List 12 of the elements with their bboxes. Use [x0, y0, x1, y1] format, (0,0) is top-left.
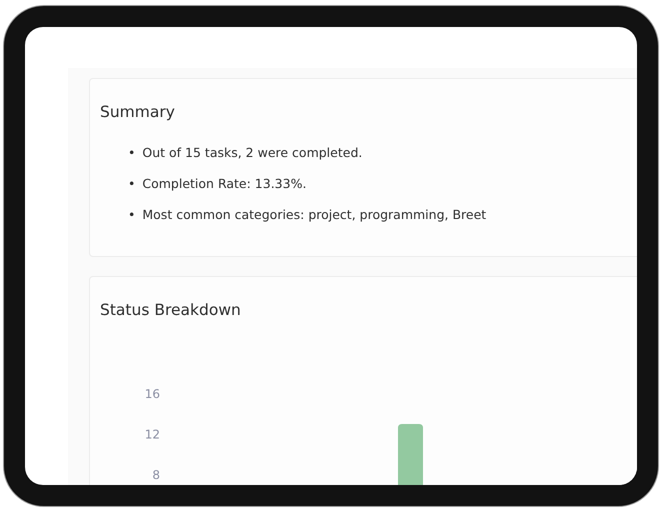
summary-item: Most common categories: project, programming, Breet — [142, 207, 486, 223]
bar — [398, 424, 423, 485]
y-tick-label: 16 — [144, 387, 160, 401]
summary-item: Out of 15 tasks, 2 were completed. — [142, 145, 362, 161]
card-title: Summary — [100, 102, 176, 122]
y-tick-label: 8 — [152, 468, 160, 482]
bullet: • — [128, 176, 136, 192]
summary-item: Completion Rate: 13.33%. — [142, 176, 306, 192]
card-title: Status Breakdown — [100, 300, 242, 320]
bullet: • — [128, 145, 136, 161]
bullet: • — [128, 207, 136, 223]
y-tick-label: 12 — [144, 428, 160, 442]
